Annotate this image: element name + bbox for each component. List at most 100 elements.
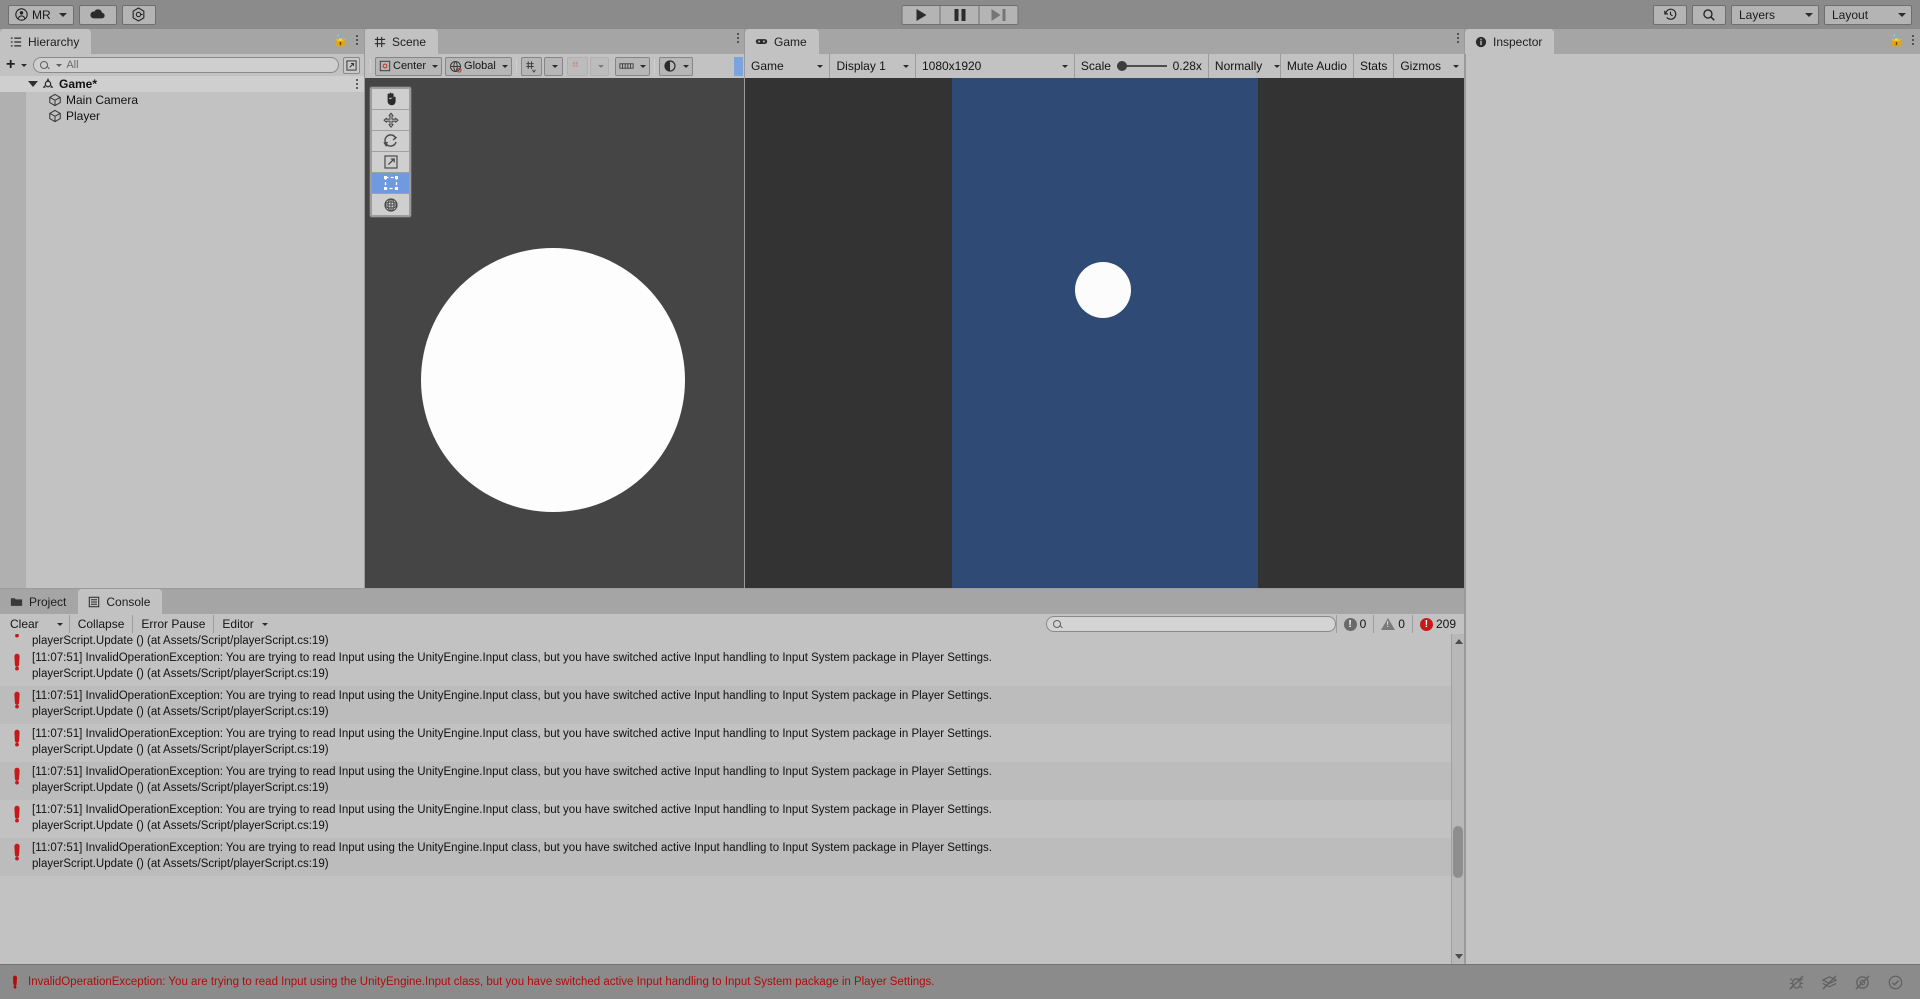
package-manager-button[interactable] xyxy=(121,4,156,25)
scale-tool[interactable] xyxy=(372,152,409,173)
account-button[interactable]: MR xyxy=(8,4,74,25)
search-button[interactable] xyxy=(1692,4,1726,25)
divider-hierarchy-scene[interactable] xyxy=(364,29,365,589)
kebab-menu-icon[interactable] xyxy=(1912,35,1914,45)
chevron-down-icon xyxy=(21,63,28,67)
pause-button[interactable] xyxy=(940,4,980,25)
transform-tool[interactable] xyxy=(372,194,409,215)
log-entry[interactable]: [11:07:51] InvalidOperationException: Yo… xyxy=(0,724,1465,762)
warning-count[interactable]: 0 xyxy=(1373,615,1412,633)
error-pause-toggle[interactable]: Error Pause xyxy=(133,615,215,633)
log-entry-text: [11:07:51] InvalidOperationException: Yo… xyxy=(32,765,992,796)
ruler-button[interactable] xyxy=(614,56,650,76)
play-button[interactable] xyxy=(901,4,941,25)
divider-top-console[interactable] xyxy=(0,588,1464,589)
divider-game-inspector[interactable] xyxy=(1464,29,1465,964)
scene-viewport[interactable] xyxy=(364,78,745,589)
game-view-dropdown[interactable]: Game xyxy=(745,54,831,78)
rect-tool[interactable] xyxy=(372,173,409,194)
grid-snap-dropdown[interactable] xyxy=(543,56,563,76)
layers-off-icon[interactable] xyxy=(1821,974,1838,991)
tab-project-label: Project xyxy=(29,594,67,609)
clear-button[interactable]: Clear xyxy=(2,615,47,633)
slider-handle[interactable] xyxy=(1116,61,1127,71)
divider-scene-game[interactable] xyxy=(744,29,745,589)
log-entry-line1: [11:07:51] InvalidOperationException: Yo… xyxy=(32,690,992,702)
error-count[interactable]: ! 209 xyxy=(1411,615,1463,633)
gizmos-toggle[interactable]: Gizmos xyxy=(1394,54,1447,78)
scene-lighting-dropdown[interactable] xyxy=(658,56,693,76)
cloud-button[interactable] xyxy=(78,4,117,25)
lock-open-icon[interactable]: 🔓 xyxy=(333,33,348,47)
tab-project[interactable]: Project xyxy=(0,589,78,614)
status-message-text: InvalidOperationException: You are tryin… xyxy=(28,976,935,988)
preview-off-icon[interactable] xyxy=(1854,974,1871,991)
scrollbar-thumb[interactable] xyxy=(1453,826,1463,878)
toolbar-left-group: MR xyxy=(8,4,161,25)
expand-arrow-icon[interactable] xyxy=(28,81,38,87)
snap-increment-button[interactable] xyxy=(566,56,588,76)
kebab-menu-icon[interactable] xyxy=(1457,33,1459,43)
mute-audio-toggle[interactable]: Mute Audio xyxy=(1281,54,1354,78)
scale-slider[interactable] xyxy=(1116,61,1167,71)
log-entry-line2: playerScript.Update () (at Assets/Script… xyxy=(32,635,329,647)
clear-dropdown[interactable] xyxy=(47,615,70,633)
scroll-down-arrow-icon[interactable] xyxy=(1455,954,1463,959)
console-search-input[interactable] xyxy=(1045,616,1336,632)
expand-search-button[interactable] xyxy=(343,56,360,74)
collapse-toggle[interactable]: Collapse xyxy=(70,615,134,633)
chevron-down-icon xyxy=(56,622,63,626)
game-viewport[interactable] xyxy=(745,78,1465,589)
rotate-tool[interactable] xyxy=(372,131,409,152)
log-entry[interactable]: [11:07:51] InvalidOperationException: Yo… xyxy=(0,762,1465,800)
kebab-menu-icon[interactable] xyxy=(356,35,358,45)
search-input[interactable]: All xyxy=(33,57,339,73)
pivot-mode-dropdown[interactable]: Center xyxy=(375,56,443,76)
tab-inspector[interactable]: Inspector xyxy=(1465,29,1555,54)
scroll-up-arrow-icon[interactable] xyxy=(1455,639,1463,644)
layers-dropdown[interactable]: Layers xyxy=(1731,4,1819,25)
hand-tool[interactable] xyxy=(372,89,409,110)
log-entry[interactable]: [11:07:51] InvalidOperationException: Yo… xyxy=(0,648,1465,686)
display-dropdown[interactable]: Display 1 xyxy=(830,54,916,78)
audio-mode-dropdown[interactable]: Normally xyxy=(1209,54,1281,78)
hierarchy-item-main-camera[interactable]: Main Camera xyxy=(0,92,364,108)
step-button[interactable] xyxy=(979,4,1019,25)
log-entry[interactable]: [11:07:51] InvalidOperationException: Yo… xyxy=(0,838,1465,876)
move-tool[interactable] xyxy=(372,110,409,131)
log-entry[interactable]: playerScript.Update () (at Assets/Script… xyxy=(0,634,1465,648)
console-scrollbar[interactable] xyxy=(1451,634,1465,964)
handle-space-dropdown[interactable]: Global xyxy=(445,56,512,76)
info-count[interactable]: ! 0 xyxy=(1335,615,1374,633)
tab-console[interactable]: Console xyxy=(78,589,163,614)
kebab-menu-icon[interactable] xyxy=(737,33,739,43)
resolution-dropdown[interactable]: 1080x1920 xyxy=(916,54,1075,78)
scale-slider-group[interactable]: Scale 0.28x xyxy=(1075,54,1209,78)
hierarchy-item-player[interactable]: Player xyxy=(0,108,364,124)
stats-toggle[interactable]: Stats xyxy=(1354,54,1395,78)
tab-scene[interactable]: Scene xyxy=(364,29,439,54)
check-circle-icon[interactable] xyxy=(1887,974,1904,991)
tab-hierarchy[interactable]: Hierarchy xyxy=(0,29,92,54)
hierarchy-item-game[interactable]: Game* xyxy=(0,76,364,92)
kebab-menu-icon[interactable] xyxy=(356,79,358,89)
add-gameobject-button[interactable]: + xyxy=(4,57,29,73)
tab-game[interactable]: Game xyxy=(745,29,819,54)
grid-snap-button[interactable] xyxy=(520,56,542,76)
lock-open-icon[interactable]: 🔓 xyxy=(1889,33,1904,47)
undo-history-button[interactable] xyxy=(1653,4,1687,25)
gizmos-dropdown[interactable] xyxy=(1447,54,1465,78)
bug-off-icon[interactable] xyxy=(1788,974,1805,991)
chevron-down-icon xyxy=(1898,12,1906,17)
chevron-down-icon xyxy=(902,64,909,68)
console-counters: ! 0 0 ! 209 xyxy=(1335,615,1463,633)
game-view-label: Game xyxy=(751,59,784,73)
snap-increment-dropdown[interactable] xyxy=(589,56,609,76)
status-message[interactable]: InvalidOperationException: You are tryin… xyxy=(0,975,935,989)
scale-label: Scale xyxy=(1080,59,1111,73)
layout-dropdown[interactable]: Layout xyxy=(1824,4,1912,25)
log-entry[interactable]: [11:07:51] InvalidOperationException: Yo… xyxy=(0,800,1465,838)
console-log-list[interactable]: playerScript.Update () (at Assets/Script… xyxy=(0,634,1465,964)
log-entry[interactable]: [11:07:51] InvalidOperationException: Yo… xyxy=(0,686,1465,724)
editor-dropdown[interactable]: Editor xyxy=(214,615,275,633)
